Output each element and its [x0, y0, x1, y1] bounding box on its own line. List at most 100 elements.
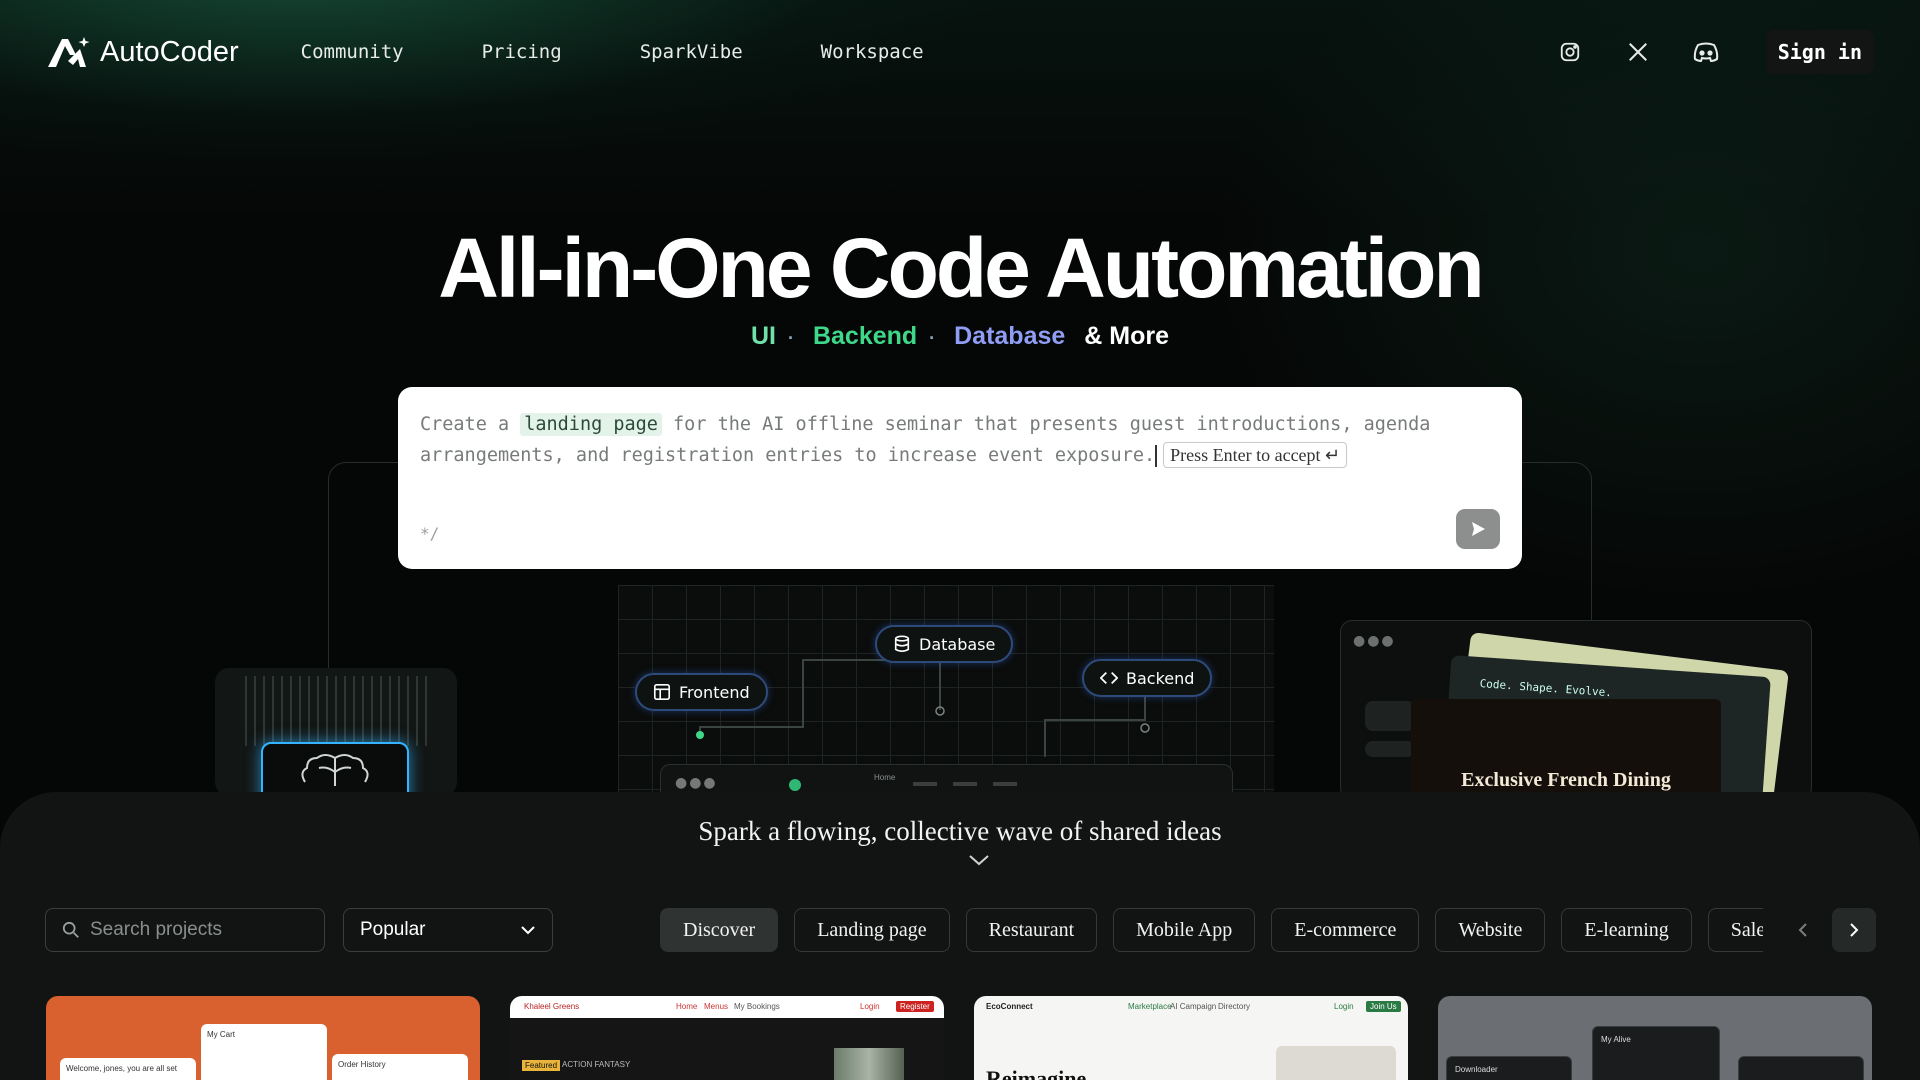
card-label: ACTION FANTASY: [562, 1060, 631, 1069]
site-preview-card: ●●● Code. Shape. Evolve. Exclusive Frenc…: [1340, 620, 1812, 800]
card-label: Login: [860, 1002, 880, 1011]
card-topbar: Khaleel Greens Home Menus My Bookings Lo…: [510, 996, 944, 1018]
preview-title: Exclusive French Dining: [1461, 769, 1671, 791]
project-card[interactable]: Welcome, jones, you are all set My Cart …: [46, 996, 480, 1080]
search-icon: [62, 921, 79, 938]
card-mock-panel: My Cart: [201, 1024, 327, 1080]
sub-more: & More: [1084, 322, 1169, 350]
mini-nav-label: Home: [874, 773, 896, 782]
ai-brain-card: [215, 668, 457, 796]
project-card[interactable]: Khaleel Greens Home Menus My Bookings Lo…: [510, 996, 944, 1080]
instagram-icon[interactable]: [1552, 34, 1588, 70]
project-card[interactable]: EcoConnect Marketplace AI Campaign Direc…: [974, 996, 1408, 1080]
nav-link-workspace[interactable]: Workspace: [821, 41, 924, 63]
sign-in-button[interactable]: Sign in: [1765, 30, 1874, 74]
tab-restaurant[interactable]: Restaurant: [965, 908, 1098, 952]
layout-icon: [653, 683, 671, 701]
prompt-box[interactable]: Create a landing page for the AI offline…: [398, 387, 1522, 569]
tab-landing-page[interactable]: Landing page: [794, 908, 950, 952]
card-label: My Bookings: [734, 1002, 780, 1011]
category-next-button[interactable]: [1832, 908, 1876, 952]
tab-discover[interactable]: Discover: [660, 908, 779, 952]
explore-panel: Spark a flowing, collective wave of shar…: [0, 792, 1920, 1080]
project-card[interactable]: Downloader My Alive: [1438, 996, 1872, 1080]
mini-nav-item: [993, 782, 1017, 786]
top-nav: AutoCoder Community Pricing SparkVibe Wo…: [0, 0, 1920, 104]
status-dot: [789, 779, 801, 791]
card-label: AI Campaign: [1170, 1002, 1217, 1011]
chevron-left-icon: [1798, 923, 1807, 937]
window-dots-icon: ●●●: [675, 775, 718, 791]
card-mock-panel: Welcome, jones, you are all set: [60, 1058, 196, 1080]
window-dots-icon: ●●●: [1353, 633, 1396, 649]
explore-tagline: Spark a flowing, collective wave of shar…: [698, 816, 1222, 846]
prompt-mode-icon[interactable]: */: [420, 524, 439, 543]
card-mock-panel: Downloader: [1446, 1056, 1572, 1080]
prompt-highlight: landing page: [520, 413, 662, 436]
mini-nav-item: [953, 782, 977, 786]
tab-mobile-app[interactable]: Mobile App: [1113, 908, 1256, 952]
sub-database: Database: [954, 322, 1066, 350]
nav-link-pricing[interactable]: Pricing: [482, 41, 562, 63]
prompt-text-before: Create a: [420, 414, 521, 435]
backend-chip: Backend: [1082, 659, 1213, 697]
card-mock-panel: Order History: [332, 1054, 468, 1080]
sort-select[interactable]: Popular: [343, 908, 553, 952]
card-label: Join Us: [1366, 1001, 1401, 1012]
card-label: Register: [896, 1001, 934, 1012]
tab-e-commerce[interactable]: E-commerce: [1271, 908, 1420, 952]
card-label: Marketplace: [1128, 1002, 1172, 1011]
nav-link-community[interactable]: Community: [301, 41, 404, 63]
card-mock-panel: [1738, 1056, 1864, 1080]
nav-link-sparkvibe[interactable]: SparkVibe: [640, 41, 743, 63]
card-label: Welcome, jones, you are all set: [66, 1064, 178, 1073]
text-caret: [1155, 445, 1158, 467]
chevron-right-icon: [1850, 923, 1859, 937]
project-cards: Welcome, jones, you are all set My Cart …: [46, 996, 1872, 1080]
nav-right: Sign in: [1552, 30, 1874, 74]
send-button[interactable]: [1456, 509, 1500, 549]
prompt-input[interactable]: Create a landing page for the AI offline…: [420, 409, 1480, 471]
database-chip-label: Database: [919, 634, 996, 654]
category-prev-button[interactable]: [1781, 908, 1825, 952]
x-icon[interactable]: [1620, 34, 1656, 70]
card-label: Directory: [1218, 1002, 1251, 1011]
frontend-chip-label: Frontend: [679, 682, 750, 702]
nav-links: Community Pricing SparkVibe Workspace: [301, 41, 1002, 63]
card-label: Khaleel Greens: [524, 1002, 580, 1011]
hero-subtitle: UI · Backend · Database & More: [0, 322, 1920, 351]
card-label: Home: [676, 1002, 698, 1011]
sort-select-value: Popular: [360, 919, 426, 940]
brand-name: AutoCoder: [100, 35, 239, 68]
tab-sales[interactable]: Sales: [1707, 908, 1763, 952]
brand-logo[interactable]: AutoCoder: [46, 35, 239, 69]
sidebar-pill: [1365, 701, 1415, 731]
search-input[interactable]: [90, 919, 290, 941]
database-icon: [894, 635, 910, 653]
mini-nav-item: [913, 782, 937, 786]
preview-page-front: Exclusive French Dining: [1411, 699, 1721, 799]
category-tabs: Discover Landing page Restaurant Mobile …: [660, 908, 1763, 952]
card-label: Downloader: [1455, 1065, 1498, 1074]
accept-hint[interactable]: Press Enter to accept ↵: [1163, 442, 1348, 468]
card-image: [834, 1048, 904, 1080]
code-icon: [1100, 671, 1118, 685]
tab-website[interactable]: Website: [1435, 908, 1546, 952]
backend-chip-label: Backend: [1126, 668, 1195, 688]
sub-backend: Backend: [812, 322, 918, 350]
card-label: Menus: [704, 1002, 729, 1011]
card-label: Featured: [522, 1060, 561, 1071]
brain-icon: [301, 754, 369, 786]
discord-icon[interactable]: [1688, 34, 1724, 70]
search-box[interactable]: [45, 908, 325, 952]
chevron-down-icon: [521, 926, 535, 935]
card-label: Login: [1334, 1002, 1354, 1011]
frontend-chip: Frontend: [635, 673, 768, 711]
card-label: Order History: [338, 1060, 386, 1069]
autocoder-logo-icon: [48, 37, 90, 67]
send-icon: [1472, 522, 1485, 536]
sub-separator: ·: [929, 328, 936, 348]
waveform-bars: [245, 676, 427, 746]
tab-e-learning[interactable]: E-learning: [1561, 908, 1692, 952]
chevron-down-icon[interactable]: [967, 852, 991, 868]
